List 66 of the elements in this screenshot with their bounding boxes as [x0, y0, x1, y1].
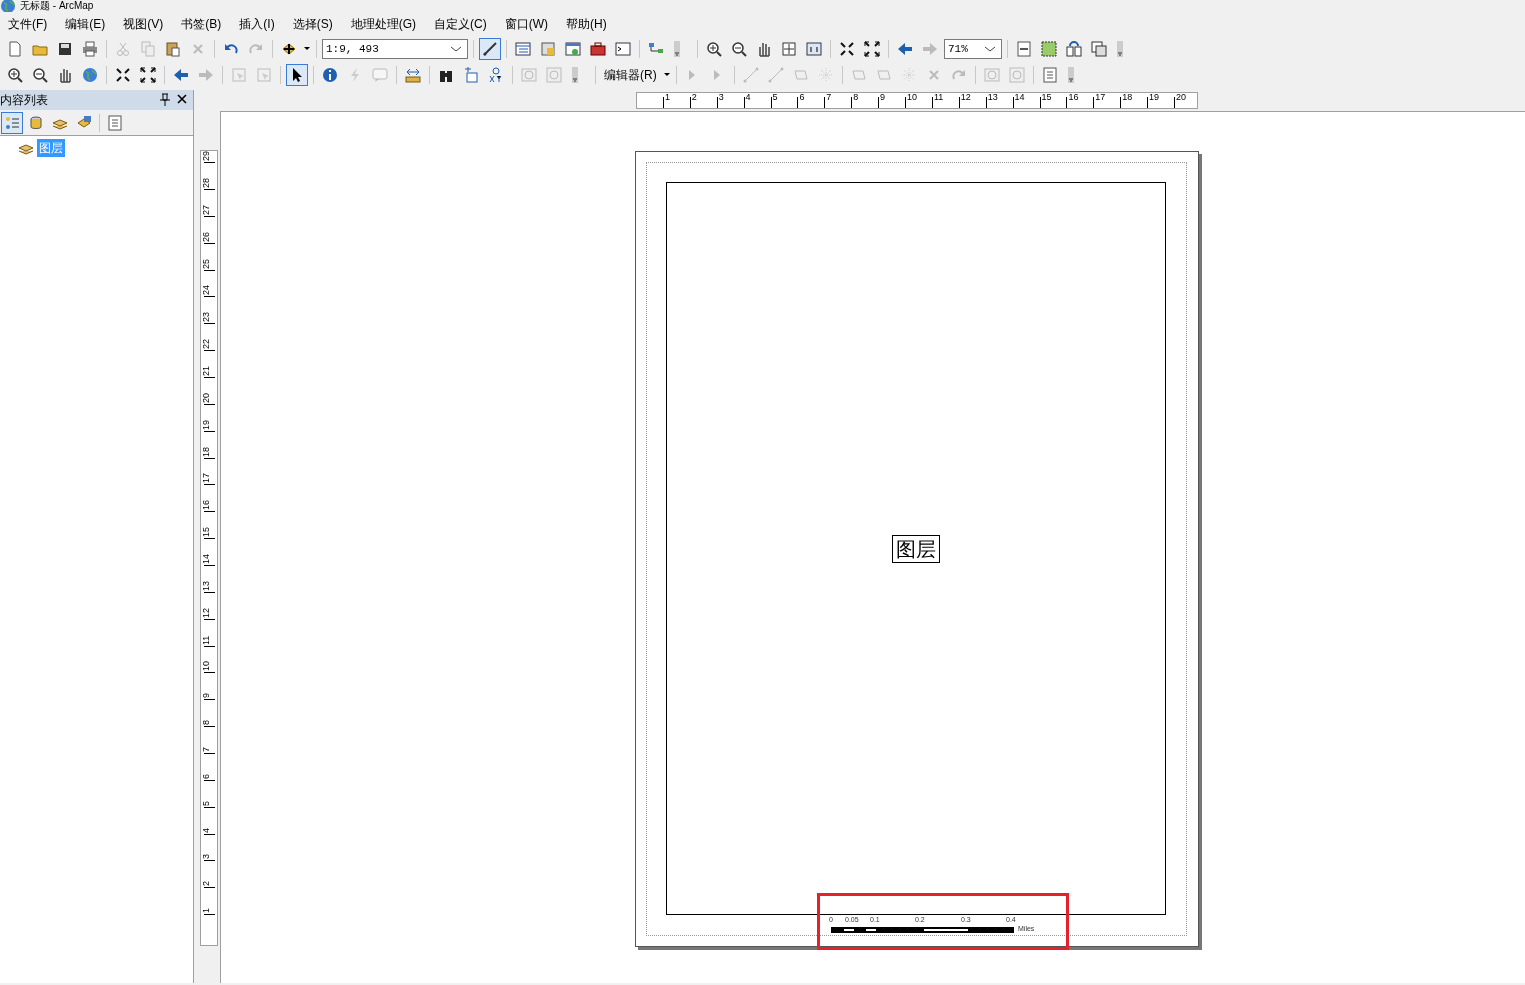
ruler-label: 10 [907, 93, 917, 102]
menu-item[interactable]: 文件(F) [7, 15, 49, 33]
ruler-label: 21 [202, 365, 211, 376]
ruler-label: 6 [202, 773, 211, 779]
menu-item[interactable]: 自定义(C) [433, 15, 488, 33]
menu-item[interactable]: 插入(I) [238, 15, 276, 33]
ruler-label: 7 [826, 93, 832, 102]
ruler-label: 3 [718, 93, 724, 102]
panel-title: 内容列表 [0, 92, 48, 109]
ruler-label: 15 [1041, 93, 1052, 102]
menu-item[interactable]: 地理处理(G) [349, 15, 417, 33]
ruler-label: 22 [202, 339, 211, 350]
data-frame-label: 图层 [892, 534, 940, 563]
menu-item[interactable]: 帮助(H) [565, 15, 608, 33]
menu-item[interactable]: 视图(V) [122, 15, 165, 33]
ruler-label: 4 [202, 827, 211, 833]
ruler-label: 25 [202, 258, 211, 269]
ruler-label: 27 [202, 204, 211, 215]
ruler-label: 8 [202, 720, 211, 726]
ruler-label: 15 [202, 527, 211, 538]
ruler-label: 3 [202, 854, 211, 860]
ruler-label: 12 [960, 93, 971, 102]
ruler-label: 19 [202, 419, 211, 430]
ruler-label: 20 [202, 392, 211, 403]
window-title: 无标题 - ArcMap [20, 1, 94, 11]
ruler-label: 8 [853, 93, 859, 102]
ruler-label: 13 [987, 93, 998, 102]
ruler-label: 18 [1122, 93, 1133, 102]
ruler-label: 1 [664, 93, 670, 102]
ruler-label: 2 [202, 881, 211, 887]
ruler-label: 11 [202, 635, 211, 645]
ruler-label: 17 [1095, 93, 1106, 102]
ruler-label: 2 [691, 93, 697, 102]
ruler-label: 16 [1068, 93, 1079, 102]
ruler-label: 23 [202, 312, 211, 323]
ruler-label: 20 [1176, 93, 1186, 102]
ruler-label: 6 [799, 93, 805, 102]
menu-item[interactable]: 选择(S) [291, 15, 334, 33]
ruler-label: 12 [202, 607, 211, 618]
scale-dropdown[interactable]: 1:9, 493 [322, 39, 468, 59]
scale-value: 1:9, 493 [326, 41, 379, 57]
ruler-label: 13 [202, 580, 211, 591]
ruler-label: 28 [202, 177, 211, 188]
ruler-label: 5 [772, 93, 778, 102]
ruler-label: 24 [202, 285, 211, 296]
ruler-label: 17 [202, 473, 211, 484]
ruler-label: 1 [202, 908, 211, 914]
ruler-label: 16 [202, 500, 211, 511]
ruler-label: 10 [202, 661, 211, 672]
ruler-label: 5 [202, 800, 211, 806]
ruler-label: 14 [1014, 93, 1025, 102]
zoom-value: 71% [948, 41, 968, 57]
ruler-label: 7 [202, 746, 211, 752]
ruler-label: 9 [202, 693, 211, 699]
ruler-label: 19 [1149, 93, 1160, 102]
menu-item[interactable]: 窗口(W) [503, 15, 549, 33]
ruler-label: 4 [745, 93, 751, 102]
menu-item[interactable]: 编辑(E) [64, 15, 107, 33]
zoom-dropdown[interactable]: 71% [944, 39, 1002, 59]
ruler-label: 18 [202, 446, 211, 457]
menu-item[interactable]: 书签(B) [180, 15, 223, 33]
ruler-label: 26 [202, 231, 211, 242]
ruler-label: 29 [202, 151, 211, 162]
ruler-label: 11 [933, 93, 944, 102]
ruler-label: 14 [202, 553, 211, 564]
ruler-label: 9 [880, 93, 886, 102]
